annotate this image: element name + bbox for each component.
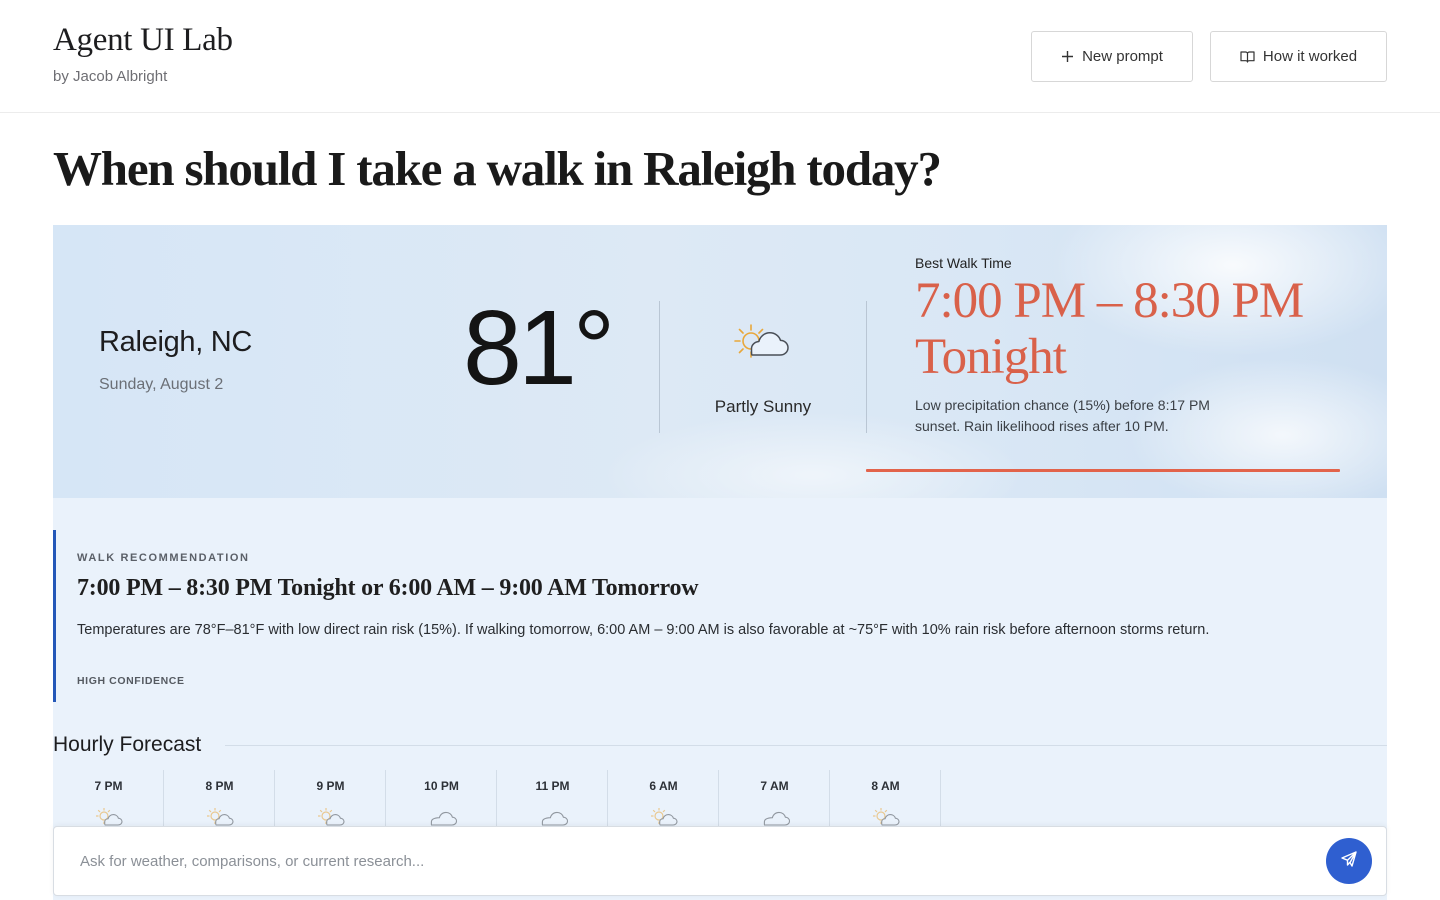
cloud-icon [759, 806, 791, 828]
divider [866, 301, 867, 433]
confidence-badge: HIGH CONFIDENCE [77, 675, 185, 687]
recommendation-label: WALK RECOMMENDATION [77, 552, 250, 564]
best-walk-time-range: 7:00 PM – 8:30 PM [915, 273, 1304, 329]
divider [659, 301, 660, 433]
book-icon [1240, 50, 1255, 63]
new-prompt-label: New prompt [1082, 48, 1163, 65]
partly-sunny-icon [870, 806, 902, 828]
best-walk-note: Low precipitation chance (15%) before 8:… [915, 397, 1210, 434]
forecast-date: Sunday, August 2 [99, 376, 224, 393]
send-button[interactable] [1326, 838, 1372, 884]
hourly-item: 10 PM [386, 770, 497, 830]
plus-icon [1061, 50, 1074, 63]
how-it-worked-button[interactable]: How it worked [1210, 31, 1387, 82]
partly-sunny-icon [731, 321, 793, 365]
weather-panel: Raleigh, NC Sunday, August 2 81° Partly … [53, 225, 1387, 900]
hourly-time: 10 PM [424, 779, 459, 793]
prompt-input[interactable] [80, 847, 1280, 875]
current-temperature: 81° [463, 289, 615, 407]
cloud-icon [537, 806, 569, 828]
hourly-forecast-title: Hourly Forecast [53, 733, 202, 756]
cloud-icon [426, 806, 458, 828]
partly-sunny-icon [204, 806, 236, 828]
best-walk-period: Tonight [915, 329, 1067, 385]
recommendation-accent-bar [53, 530, 56, 702]
hourly-time: 9 PM [316, 779, 345, 793]
new-prompt-button[interactable]: New prompt [1031, 31, 1193, 82]
hourly-item: 11 PM [497, 770, 608, 830]
hourly-item: 8 AM [830, 770, 941, 830]
weather-condition: Partly Sunny [714, 397, 812, 416]
hourly-separator [940, 770, 941, 830]
hourly-item: 7 AM [719, 770, 830, 830]
partly-sunny-icon [648, 806, 680, 828]
hourly-time: 8 PM [205, 779, 234, 793]
recommendation-title: 7:00 PM – 8:30 PM Tonight or 6:00 AM – 9… [77, 575, 699, 601]
hourly-time: 11 PM [535, 779, 570, 793]
hourly-divider [225, 745, 1387, 746]
best-walk-label: Best Walk Time [915, 255, 1012, 271]
page-question: When should I take a walk in Raleigh tod… [53, 141, 942, 196]
best-walk-accent-line [866, 469, 1340, 472]
walk-recommendation: WALK RECOMMENDATION 7:00 PM – 8:30 PM To… [53, 530, 1387, 702]
send-icon [1340, 850, 1358, 873]
hourly-time: 7 AM [760, 779, 789, 793]
partly-sunny-icon [315, 806, 347, 828]
hourly-item: 7 PM [53, 770, 164, 830]
prompt-composer [53, 826, 1387, 896]
recommendation-body: Temperatures are 78°F–81°F with low dire… [77, 622, 1210, 638]
app-header: Agent UI Lab by Jacob Albright New promp… [0, 0, 1440, 113]
best-walk-time: 7:00 PM – 8:30 PM Tonight [915, 273, 1304, 385]
hourly-time: 6 AM [649, 779, 678, 793]
hourly-item: 6 AM [608, 770, 719, 830]
partly-sunny-icon [93, 806, 125, 828]
hourly-item: 8 PM [164, 770, 275, 830]
hourly-time: 7 PM [94, 779, 123, 793]
city-name: Raleigh, NC [99, 326, 253, 358]
app-title: Agent UI Lab [53, 22, 233, 58]
how-it-worked-label: How it worked [1262, 48, 1358, 65]
weather-hero: Raleigh, NC Sunday, August 2 81° Partly … [53, 225, 1387, 498]
hourly-time: 8 AM [871, 779, 900, 793]
hourly-item: 9 PM [275, 770, 386, 830]
app-byline: by Jacob Albright [53, 68, 168, 85]
